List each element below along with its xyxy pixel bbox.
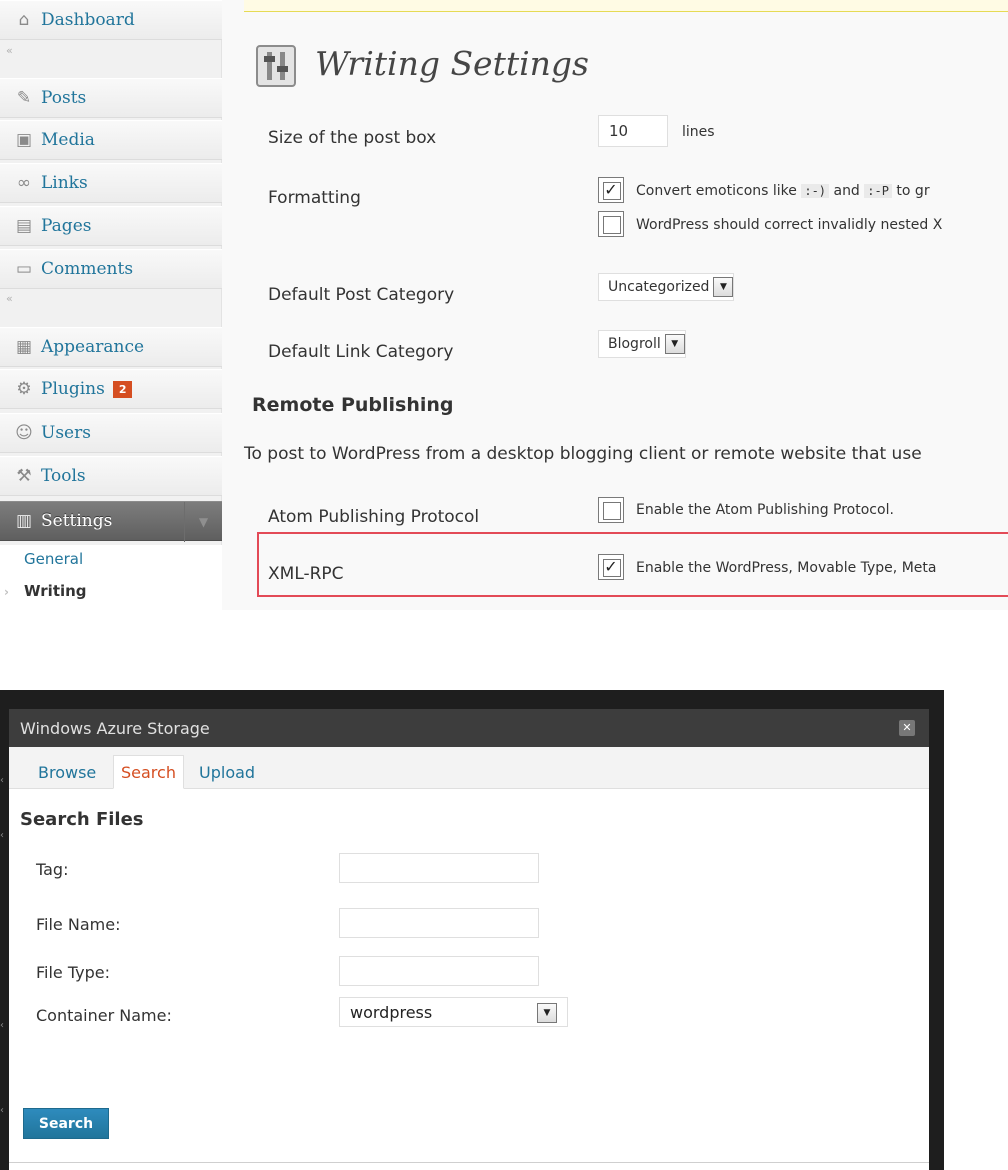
dialog-title: Windows Azure Storage (20, 718, 210, 738)
menu-item-label: Appearance (41, 337, 145, 357)
post-box-size-unit: lines (682, 124, 715, 140)
selected-value: Uncategorized (608, 279, 710, 295)
correct-nested-xhtml-checkbox[interactable] (598, 211, 624, 237)
xmlrpc-checkbox[interactable]: ✓ (598, 554, 624, 580)
dropdown-arrow-icon: ▼ (713, 277, 734, 297)
tab-search[interactable]: Search (113, 755, 184, 789)
tag-input[interactable] (339, 853, 539, 883)
menu-item-plugins[interactable]: ⚙ Plugins 2 (0, 369, 222, 409)
tools-icon: ⚒ (16, 466, 32, 486)
current-page-marker-icon: › (4, 585, 9, 599)
menu-item-posts[interactable]: ✎ Posts (0, 78, 222, 118)
menu-item-label: Users (41, 423, 91, 443)
dialog-title-bar: Windows Azure Storage ✕ (9, 709, 929, 747)
correct-nested-xhtml-text: WordPress should correct invalidly neste… (636, 217, 943, 233)
submenu-item-writing[interactable]: › Writing (0, 577, 222, 605)
dialog-footer-divider (9, 1162, 929, 1163)
menu-item-pages[interactable]: ▤ Pages (0, 206, 222, 246)
menu-item-label: Settings (41, 511, 113, 531)
settings-page-icon (256, 45, 296, 87)
formatting-label: Formatting (268, 188, 361, 208)
comments-icon: ▭ (15, 259, 33, 279)
menu-item-label: Media (41, 130, 95, 150)
tab-upload[interactable]: Upload (192, 755, 262, 789)
pages-icon: ▤ (15, 216, 33, 236)
settings-icon: ▥ (15, 511, 33, 531)
file-type-input[interactable] (339, 956, 539, 986)
container-name-label: Container Name: (36, 1006, 172, 1025)
post-box-size-label: Size of the post box (268, 128, 437, 148)
menu-collapse-separator[interactable]: « (6, 292, 216, 305)
file-name-input[interactable] (339, 908, 539, 938)
convert-emoticons-checkbox[interactable]: ✓ (598, 177, 624, 203)
menu-item-label: Pages (41, 216, 92, 236)
file-type-label: File Type: (36, 963, 110, 982)
dialog-tab-strip: Browse Search Upload (9, 747, 929, 789)
menu-collapse-separator[interactable]: « (6, 44, 216, 57)
container-name-select[interactable]: wordpress ▼ (339, 997, 568, 1027)
remote-publishing-description: To post to WordPress from a desktop blog… (244, 444, 922, 464)
page-title: Writing Settings (315, 44, 589, 83)
tag-label: Tag: (36, 860, 69, 879)
dropdown-arrow-icon: ▼ (664, 334, 685, 354)
submenu-toggle-arrow-icon[interactable]: ▼ (184, 502, 222, 542)
post-box-size-input[interactable]: 10 (598, 115, 668, 147)
default-link-category-label: Default Link Category (268, 342, 454, 362)
menu-item-comments[interactable]: ▭ Comments (0, 249, 222, 289)
atom-publishing-label: Atom Publishing Protocol (268, 507, 480, 527)
emoticon-smile-code: :-) (801, 184, 830, 198)
default-post-category-select[interactable]: Uncategorized ▼ (598, 273, 735, 301)
appearance-icon: ▦ (15, 337, 33, 357)
remote-publishing-heading: Remote Publishing (252, 394, 454, 416)
menu-item-users[interactable]: ☺ Users (0, 413, 222, 453)
settings-submenu: General › Writing (0, 545, 222, 610)
admin-sidebar-menu: ⌂ Dashboard « ✎ Posts ▣ Media ∞ Links ▤ … (0, 0, 222, 610)
menu-item-label: Plugins (41, 379, 105, 399)
menu-item-label: Comments (41, 259, 134, 279)
emoticon-tongue-code: :-P (864, 184, 892, 198)
azure-storage-dialog: Browse Search Upload Search Files Tag: F… (9, 747, 929, 1170)
default-link-category-select[interactable]: Blogroll ▼ (598, 330, 686, 358)
media-icon: ▣ (15, 130, 33, 150)
search-button[interactable]: Search (23, 1108, 109, 1139)
menu-item-label: Links (41, 173, 88, 193)
menu-item-settings[interactable]: ▥ Settings ▼ (0, 501, 222, 542)
users-icon: ☺ (15, 423, 33, 443)
convert-emoticons-text: Convert emoticons like :-) and :-P to gr (636, 183, 930, 199)
menu-item-media[interactable]: ▣ Media (0, 120, 222, 160)
default-post-category-label: Default Post Category (268, 285, 455, 305)
checkmark-icon: ✓ (604, 557, 618, 576)
tab-browse[interactable]: Browse (31, 755, 103, 789)
file-name-label: File Name: (36, 915, 121, 934)
posts-pin-icon: ✎ (16, 88, 32, 108)
writing-settings-page: Writing Settings Size of the post box 10… (244, 0, 1008, 610)
dashboard-icon: ⌂ (18, 10, 30, 30)
submenu-item-general[interactable]: General (0, 545, 222, 573)
close-icon[interactable]: ✕ (899, 720, 915, 736)
xmlrpc-text: Enable the WordPress, Movable Type, Meta (636, 560, 937, 576)
atom-publishing-checkbox[interactable] (598, 497, 624, 523)
menu-item-links[interactable]: ∞ Links (0, 163, 222, 203)
selected-value: wordpress (350, 1002, 433, 1022)
links-icon: ∞ (16, 173, 32, 193)
menu-item-appearance[interactable]: ▦ Appearance (0, 327, 222, 367)
atom-publishing-text: Enable the Atom Publishing Protocol. (636, 502, 894, 518)
submenu-item-label: Writing (24, 582, 87, 600)
wordpress-admin-panel: ⌂ Dashboard « ✎ Posts ▣ Media ∞ Links ▤ … (0, 0, 1008, 610)
checkmark-icon: ✓ (604, 180, 618, 199)
plugins-update-count-badge: 2 (112, 380, 133, 398)
search-files-heading: Search Files (20, 809, 144, 830)
dropdown-arrow-icon: ▼ (537, 1003, 557, 1023)
menu-item-label: Posts (41, 88, 87, 108)
xmlrpc-label: XML-RPC (268, 564, 344, 584)
menu-item-dashboard[interactable]: ⌂ Dashboard (0, 0, 222, 40)
menu-item-tools[interactable]: ⚒ Tools (0, 456, 222, 496)
selected-value: Blogroll (608, 336, 661, 352)
menu-item-label: Tools (41, 466, 86, 486)
plugins-icon: ⚙ (16, 379, 32, 399)
menu-item-label: Dashboard (41, 10, 135, 30)
